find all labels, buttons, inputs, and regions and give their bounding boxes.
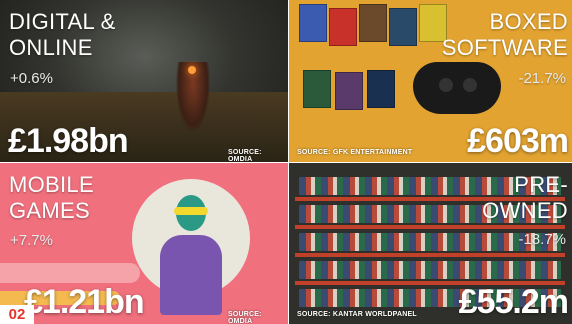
market-value: £603m [467, 122, 569, 160]
percent-change: +7.7% [10, 232, 53, 249]
mobile-games-panel: MOBILE GAMES +7.7% £1.21bn SOURCE: OMDIA [0, 163, 288, 324]
character-goggles-image [174, 207, 208, 215]
game-box-image [299, 4, 327, 42]
panel-title: BOXED SOFTWARE [441, 9, 568, 60]
digital-online-panel: DIGITAL & ONLINE +0.6% £1.98bn SOURCE: O… [0, 0, 288, 162]
game-box-image [335, 72, 363, 110]
source-credit: SOURCE: OMDIA [228, 149, 262, 162]
percent-change: -21.7% [518, 70, 566, 87]
panel-title: MOBILE GAMES [9, 172, 94, 223]
gamepad-stick-image [439, 78, 453, 92]
wave-decoration-image [0, 263, 140, 283]
panel-title: DIGITAL & ONLINE [9, 9, 116, 60]
market-value: £1.98bn [8, 122, 129, 160]
source-credit: SOURCE: GFK ENTERTAINMENT [297, 149, 413, 156]
page-number-badge: 02 [0, 305, 34, 324]
game-box-image [389, 8, 417, 46]
percent-change: -18.7% [518, 231, 566, 248]
boxed-software-panel: BOXED SOFTWARE -21.7% £603m SOURCE: GFK … [289, 0, 572, 162]
market-value: £1.21bn [24, 283, 145, 321]
gamepad-stick-image [463, 78, 477, 92]
shelf-image [295, 253, 565, 257]
shelf-image [295, 225, 565, 229]
game-box-image [329, 8, 357, 46]
percent-change: +0.6% [10, 70, 53, 87]
market-stats-grid: DIGITAL & ONLINE +0.6% £1.98bn SOURCE: O… [0, 0, 572, 324]
game-box-image [367, 70, 395, 108]
source-credit: SOURCE: KANTAR WORLDPANEL [297, 311, 417, 318]
gamepad-image [413, 62, 501, 114]
shelf-games-image [299, 261, 561, 279]
pre-owned-panel: PRE- OWNED -18.7% £55.2m SOURCE: KANTAR … [289, 163, 572, 324]
game-box-image [359, 4, 387, 42]
market-value: £55.2m [458, 283, 569, 321]
torch-glow-image [188, 66, 196, 74]
game-box-image [303, 70, 331, 108]
panel-title: PRE- OWNED [482, 172, 568, 223]
source-credit: SOURCE: OMDIA [228, 311, 262, 324]
character-body-image [160, 235, 222, 315]
